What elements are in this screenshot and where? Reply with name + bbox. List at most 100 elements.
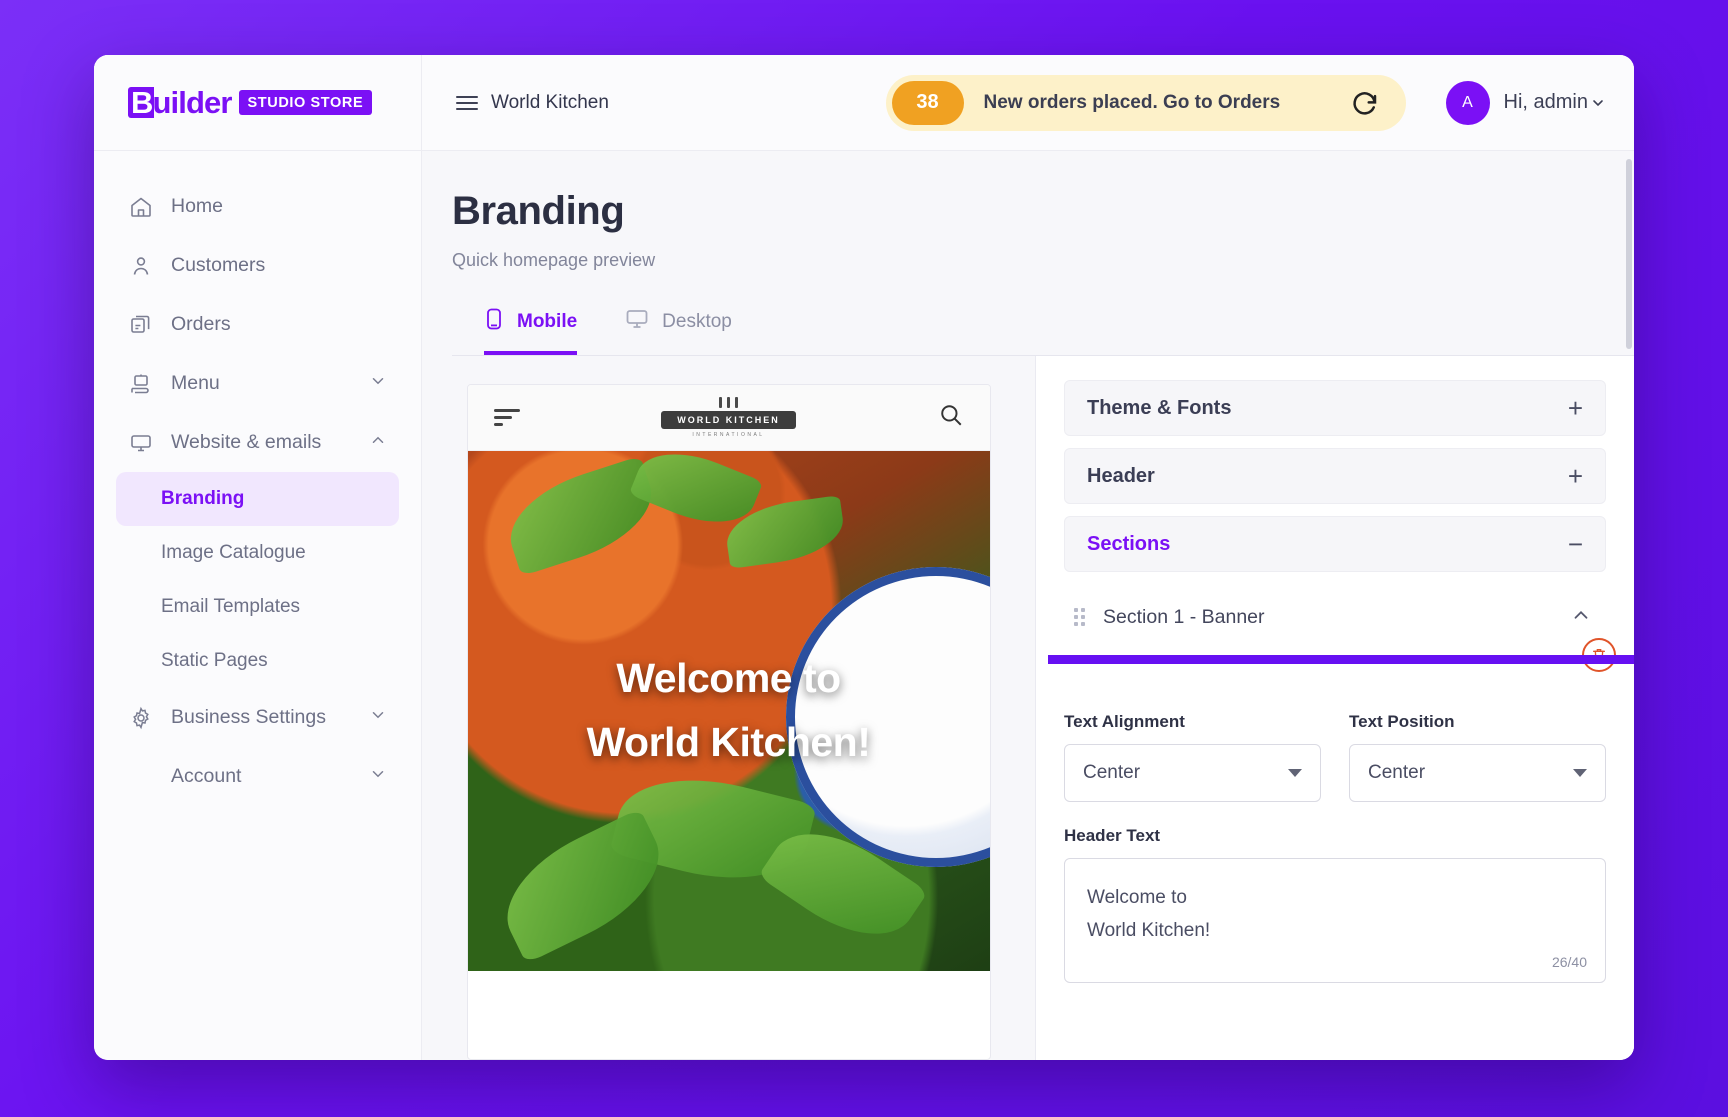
app-body: Home Customers Orders Menu Website & ema…: [94, 151, 1634, 1060]
sidebar-item-email-templates[interactable]: Email Templates: [116, 580, 399, 634]
page-title: Branding: [452, 189, 625, 233]
orders-notification-text: New orders placed. Go to Orders: [983, 91, 1281, 113]
text-alignment-select[interactable]: Center: [1064, 744, 1321, 802]
sidebar-item-image-catalogue[interactable]: Image Catalogue: [116, 526, 399, 580]
sidebar-subitem-label: Image Catalogue: [161, 542, 306, 563]
home-icon: [128, 194, 154, 220]
collapse-icon[interactable]: −: [1568, 531, 1583, 557]
select-value: Center: [1368, 762, 1426, 783]
accordion-header[interactable]: Header +: [1064, 448, 1606, 504]
sidebar-item-website-emails[interactable]: Website & emails: [116, 413, 399, 472]
logo-rest: uilder: [152, 85, 233, 120]
content-area: Branding Quick homepage preview Mobile D…: [422, 151, 1634, 1060]
section-item-banner[interactable]: Section 1 - Banner: [1064, 584, 1606, 650]
chevron-up-icon[interactable]: [369, 431, 387, 455]
editor-panes: WORLD KITCHEN INTERNATIONAL Welcome to W…: [422, 356, 1634, 1060]
sidebar-item-menu[interactable]: Menu: [116, 354, 399, 413]
orders-count-badge: 38: [891, 80, 964, 125]
expand-icon[interactable]: +: [1568, 463, 1583, 489]
drag-handle-icon[interactable]: [1074, 608, 1085, 626]
chevron-down-icon[interactable]: [369, 706, 387, 730]
preview-hero-title: Welcome to World Kitchen!: [468, 647, 990, 774]
content-scrollbar[interactable]: [1626, 159, 1632, 349]
chevron-down-icon[interactable]: [369, 765, 387, 789]
brand-cell: Builder STUDIO STORE: [94, 55, 422, 150]
gear-icon: [128, 705, 154, 731]
field-text-alignment: Text Alignment Center: [1064, 712, 1321, 802]
utensils-icon: [661, 397, 796, 408]
sidebar-subitem-label: Email Templates: [161, 596, 301, 617]
field-header-text: Header Text Welcome to World Kitchen! 26…: [1064, 826, 1606, 983]
desktop-icon: [625, 307, 649, 337]
preview-store-header: WORLD KITCHEN INTERNATIONAL: [467, 385, 990, 451]
page-header: Branding Quick homepage preview Mobile D…: [422, 151, 1634, 356]
mobile-preview-pane: WORLD KITCHEN INTERNATIONAL Welcome to W…: [422, 356, 1036, 1060]
logo-badge: STUDIO STORE: [238, 90, 373, 115]
sidebar-item-customers[interactable]: Customers: [116, 236, 399, 295]
orders-icon: [128, 312, 154, 338]
user-greeting-text: Hi, admin: [1503, 91, 1588, 113]
preview-hero-banner: Welcome to World Kitchen!: [467, 451, 990, 971]
sidebar-item-home[interactable]: Home: [116, 177, 399, 236]
accordion-sections[interactable]: Sections −: [1064, 516, 1606, 572]
sidebar-item-branding[interactable]: Branding: [116, 472, 399, 526]
text-position-select[interactable]: Center: [1349, 744, 1606, 802]
user-menu[interactable]: A Hi, admin: [1445, 80, 1606, 125]
mobile-icon: [484, 307, 504, 337]
header-text-line-2: World Kitchen!: [1087, 920, 1211, 942]
accordion-title: Header: [1087, 464, 1155, 487]
sidebar-item-static-pages[interactable]: Static Pages: [116, 634, 399, 688]
settings-pane: Theme & Fonts + Header + Sections − Sect…: [1036, 356, 1634, 1060]
expand-icon[interactable]: +: [1568, 395, 1583, 421]
preview-store-logo-name: WORLD KITCHEN: [661, 411, 796, 429]
app-window: Builder STUDIO STORE World Kitchen 38 Ne…: [94, 55, 1634, 1060]
sidebar-subitem-label: Branding: [161, 488, 245, 509]
accordion-theme-fonts[interactable]: Theme & Fonts +: [1064, 380, 1606, 436]
store-name: World Kitchen: [491, 91, 609, 113]
sidebar-item-label: Website & emails: [171, 431, 322, 453]
field-label: Text Alignment: [1064, 712, 1185, 731]
field-label: Header Text: [1064, 826, 1161, 845]
user-greeting: Hi, admin: [1504, 91, 1606, 114]
chevron-down-icon: [1573, 769, 1587, 777]
store-switcher[interactable]: World Kitchen: [456, 92, 609, 114]
header-text-input[interactable]: Welcome to World Kitchen! 26/40: [1064, 858, 1606, 983]
monitor-icon: [128, 430, 154, 456]
preview-store-logo: WORLD KITCHEN INTERNATIONAL: [661, 397, 796, 438]
section-field-row: Text Alignment Center Text Position Cent…: [1064, 712, 1606, 802]
account-icon: [128, 764, 154, 790]
section-loading-indicator: [1048, 638, 1634, 672]
tab-mobile[interactable]: Mobile: [484, 307, 578, 355]
sidebar-item-label: Customers: [171, 254, 266, 276]
user-icon: [128, 253, 154, 279]
character-counter: 26/40: [1551, 953, 1587, 970]
accordion-title: Theme & Fonts: [1087, 396, 1232, 419]
avatar: A: [1445, 80, 1490, 125]
chevron-up-icon[interactable]: [1570, 604, 1592, 631]
logo-cap-letter: B: [128, 87, 154, 118]
decorative-leaf: [486, 808, 679, 964]
filter-icon[interactable]: [493, 409, 520, 426]
sidebar-item-orders[interactable]: Orders: [116, 295, 399, 354]
orders-notification-banner[interactable]: 38 New orders placed. Go to Orders: [885, 74, 1406, 131]
preview-hero-line-2: World Kitchen!: [586, 718, 871, 765]
refresh-icon[interactable]: [1350, 88, 1380, 118]
sidebar-subitem-label: Static Pages: [161, 650, 268, 671]
progress-bar: [1048, 655, 1634, 664]
hamburger-icon[interactable]: [456, 95, 478, 110]
logo-wordmark: Builder: [128, 87, 232, 118]
tab-label: Desktop: [662, 311, 732, 332]
top-bar-main: World Kitchen 38 New orders placed. Go t…: [422, 55, 1634, 150]
accordion-title: Sections: [1087, 532, 1171, 555]
tab-desktop[interactable]: Desktop: [625, 307, 732, 355]
app-logo[interactable]: Builder STUDIO STORE: [128, 87, 373, 118]
sidebar-item-business-settings[interactable]: Business Settings: [116, 688, 399, 747]
sidebar-item-account[interactable]: Account: [116, 747, 399, 806]
chevron-down-icon[interactable]: [369, 372, 387, 396]
preview-hero-line-1: Welcome to: [616, 655, 841, 701]
search-icon[interactable]: [938, 402, 964, 433]
section-item-label: Section 1 - Banner: [1103, 605, 1265, 628]
select-value: Center: [1083, 762, 1141, 783]
menu-board-icon: [128, 371, 154, 397]
chevron-down-icon: [1593, 99, 1603, 106]
